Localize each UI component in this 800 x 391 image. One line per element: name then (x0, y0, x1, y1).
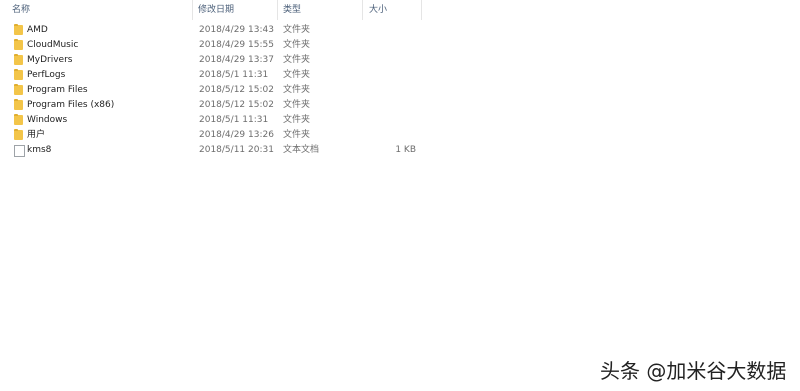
file-type: 文件夹 (283, 25, 311, 35)
folder-icon (14, 99, 23, 110)
file-date-modified: 2018/4/29 13:26 (199, 130, 274, 140)
file-type: 文件夹 (283, 85, 311, 95)
file-type: 文件夹 (283, 55, 311, 65)
column-divider[interactable] (192, 0, 193, 20)
file-row-program-files[interactable]: Program Files 2018/5/12 15:02 文件夹 (0, 83, 422, 98)
column-divider[interactable] (277, 0, 278, 20)
folder-icon (14, 69, 23, 80)
file-row-program-files-x86[interactable]: Program Files (x86) 2018/5/12 15:02 文件夹 (0, 98, 422, 113)
file-row-amd[interactable]: AMD 2018/4/29 13:43 文件夹 (0, 23, 422, 38)
file-row-cloudmusic[interactable]: CloudMusic 2018/4/29 15:55 文件夹 (0, 38, 422, 53)
file-name: kms8 (27, 145, 52, 155)
file-row-users[interactable]: 用户 2018/4/29 13:26 文件夹 (0, 128, 422, 143)
file-name: PerfLogs (27, 70, 66, 80)
column-header-name[interactable]: 名称 (12, 0, 30, 20)
file-type: 文本文档 (283, 145, 320, 155)
folder-icon (14, 84, 23, 95)
text-file-icon (14, 145, 25, 157)
file-date-modified: 2018/5/11 20:31 (199, 145, 274, 155)
file-date-modified: 2018/5/1 11:31 (199, 70, 269, 80)
file-date-modified: 2018/5/12 15:02 (199, 100, 274, 110)
file-row-perflogs[interactable]: PerfLogs 2018/5/1 11:31 文件夹 (0, 68, 422, 83)
file-row-kms8[interactable]: kms8 2018/5/11 20:31 文本文档 1 KB (0, 143, 422, 158)
file-name: Program Files (x86) (27, 100, 115, 110)
folder-icon (14, 39, 23, 50)
column-header-date-modified[interactable]: 修改日期 (198, 0, 234, 20)
file-row-windows[interactable]: Windows 2018/5/1 11:31 文件夹 (0, 113, 422, 128)
folder-icon (14, 54, 23, 65)
column-header-size[interactable]: 大小 (369, 0, 387, 20)
file-name: Program Files (27, 85, 88, 95)
sort-arrow-icon[interactable]: ^ (94, 0, 100, 5)
file-name: MyDrivers (27, 55, 73, 65)
column-divider[interactable] (362, 0, 363, 20)
file-name: 用户 (27, 130, 46, 140)
column-divider[interactable] (421, 0, 422, 20)
file-type: 文件夹 (283, 100, 311, 110)
file-name: AMD (27, 25, 48, 35)
watermark-text: 头条 @加米谷大数据 (600, 359, 787, 383)
file-type: 文件夹 (283, 40, 311, 50)
file-type: 文件夹 (283, 115, 311, 125)
file-row-mydrivers[interactable]: MyDrivers 2018/4/29 13:37 文件夹 (0, 53, 422, 68)
file-date-modified: 2018/4/29 13:43 (199, 25, 274, 35)
file-date-modified: 2018/4/29 13:37 (199, 55, 274, 65)
file-name: Windows (27, 115, 68, 125)
file-name: CloudMusic (27, 40, 79, 50)
file-date-modified: 2018/5/1 11:31 (199, 115, 269, 125)
file-size: 1 KB (395, 145, 416, 155)
file-type: 文件夹 (283, 70, 311, 80)
file-type: 文件夹 (283, 130, 311, 140)
column-header-bar: ^ 名称 修改日期 类型 大小 (0, 0, 422, 20)
folder-icon (14, 129, 23, 140)
column-header-type[interactable]: 类型 (283, 0, 301, 20)
file-date-modified: 2018/5/12 15:02 (199, 85, 274, 95)
folder-icon (14, 114, 23, 125)
folder-icon (14, 24, 23, 35)
file-date-modified: 2018/4/29 15:55 (199, 40, 274, 50)
